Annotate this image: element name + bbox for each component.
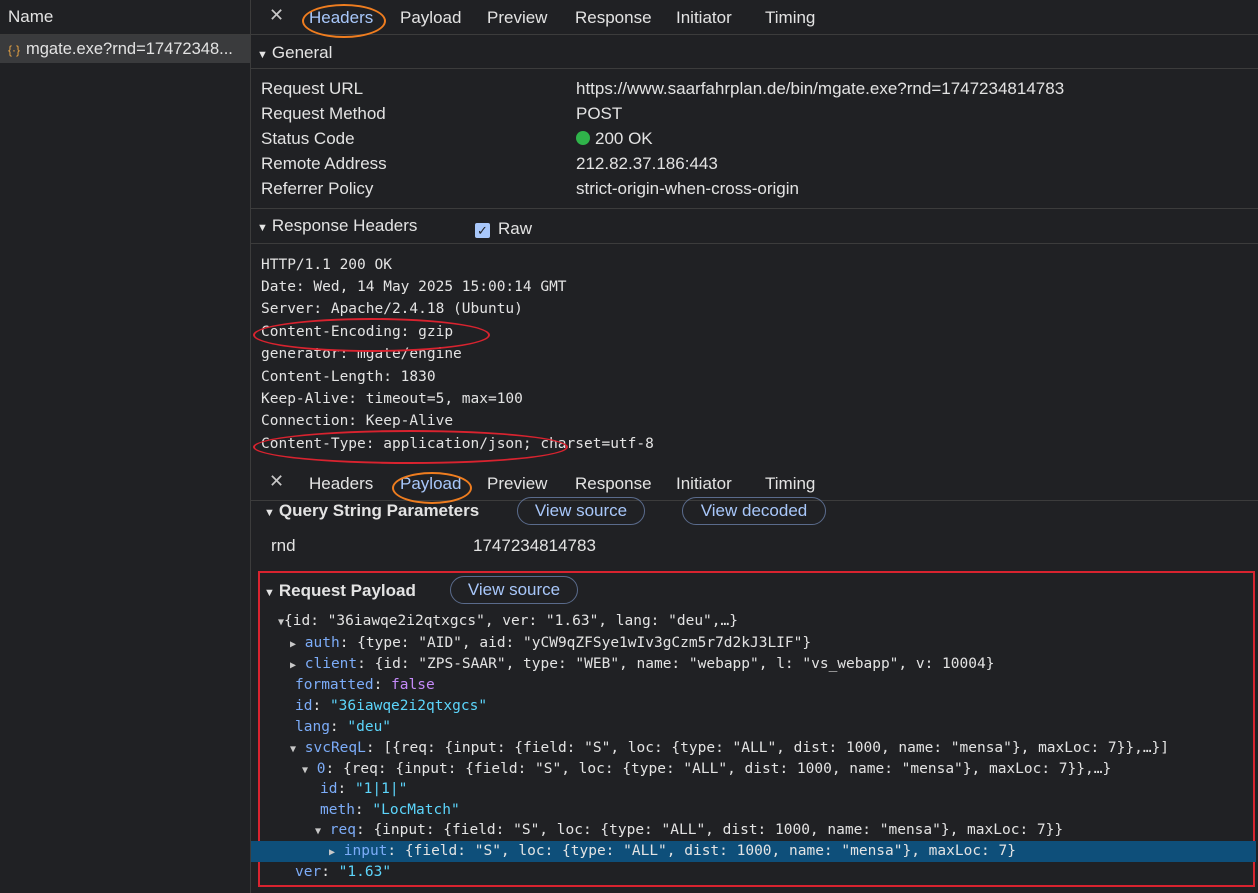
tree-node-id: id: "36iawqe2i2qtxgcs" <box>295 698 488 714</box>
annotation-circle <box>253 430 568 464</box>
response-headers-section-header[interactable]: ▼ Response Headers <box>257 216 417 236</box>
tree-node-req[interactable]: ▼ req: {input: {field: "S", loc: {type: … <box>315 822 1063 838</box>
general-key: Remote Address <box>261 154 387 173</box>
query-param-value: 1747234814783 <box>473 536 596 555</box>
expanded-arrow-icon[interactable]: ▼ <box>302 765 308 776</box>
request-method-value: POST <box>576 104 623 123</box>
divider <box>251 208 1258 209</box>
close-icon[interactable]: ✕ <box>269 5 284 26</box>
collapsed-arrow-icon[interactable]: ▶ <box>329 847 335 858</box>
tab-initiator[interactable]: Initiator <box>676 474 732 494</box>
close-icon[interactable]: ✕ <box>269 471 284 492</box>
tab-payload[interactable]: Payload <box>400 8 461 28</box>
detail-tabbar: ✕ Headers Payload Preview Response Initi… <box>251 0 1258 35</box>
raw-header-line: Server: Apache/2.4.18 (Ubuntu) <box>261 301 523 317</box>
tree-node-input[interactable]: ▶ input: {field: "S", loc: {type: "ALL",… <box>329 843 1016 859</box>
tree-node-svcreql[interactable]: ▼ svcReqL: [{req: {input: {field: "S", l… <box>290 740 1169 756</box>
request-row[interactable]: {·} mgate.exe?rnd=17472348... <box>0 35 250 63</box>
tree-node-meth: meth: "LocMatch" <box>320 802 460 818</box>
view-decoded-button[interactable]: View decoded <box>682 497 826 525</box>
name-column-header[interactable]: Name <box>0 0 250 35</box>
tree-node-auth[interactable]: ▶ auth: {type: "AID", aid: "yCW9qZFSye1w… <box>290 635 811 651</box>
tab-timing[interactable]: Timing <box>765 8 815 28</box>
collapse-arrow-icon: ▼ <box>257 222 268 234</box>
status-code-value: 200 OK <box>576 129 653 149</box>
request-name: mgate.exe?rnd=17472348... <box>26 40 233 58</box>
general-key: Request Method <box>261 104 386 123</box>
query-params-section-header[interactable]: ▼ Query String Parameters <box>264 501 479 521</box>
annotation-circle <box>253 318 490 352</box>
raw-header-line: Content-Length: 1830 <box>261 369 436 385</box>
tab-initiator[interactable]: Initiator <box>676 8 732 28</box>
expanded-arrow-icon[interactable]: ▼ <box>315 826 321 837</box>
raw-toggle[interactable]: ✓ Raw <box>475 219 532 239</box>
checkbox-checked-icon[interactable]: ✓ <box>475 223 490 238</box>
tab-preview[interactable]: Preview <box>487 474 547 494</box>
tree-node-client[interactable]: ▶ client: {id: "ZPS-SAAR", type: "WEB", … <box>290 656 994 672</box>
tree-node-lang: lang: "deu" <box>295 719 392 735</box>
collapsed-arrow-icon[interactable]: ▶ <box>290 639 296 650</box>
collapse-arrow-icon: ▼ <box>264 507 275 519</box>
raw-header-line: Connection: Keep-Alive <box>261 413 454 429</box>
collapse-arrow-icon: ▼ <box>257 49 268 61</box>
tab-preview[interactable]: Preview <box>487 8 547 28</box>
divider <box>251 68 1258 69</box>
tree-node-formatted: formatted: false <box>295 677 435 693</box>
general-key: Referrer Policy <box>261 179 374 198</box>
general-key: Request URL <box>261 79 364 98</box>
general-key: Status Code <box>261 129 355 148</box>
request-url-value: https://www.saarfahrplan.de/bin/mgate.ex… <box>576 79 1065 98</box>
annotation-circle <box>302 4 386 38</box>
tree-node-0[interactable]: ▼ 0: {req: {input: {field: "S", loc: {ty… <box>302 761 1111 777</box>
request-list-panel: Name {·} mgate.exe?rnd=17472348... <box>0 0 251 893</box>
referrer-policy-value: strict-origin-when-cross-origin <box>576 179 799 198</box>
general-section-header[interactable]: ▼ General <box>257 43 332 63</box>
view-source-button[interactable]: View source <box>517 497 645 525</box>
tab-response[interactable]: Response <box>575 474 652 494</box>
expanded-arrow-icon[interactable]: ▼ <box>290 744 296 755</box>
tab-timing[interactable]: Timing <box>765 474 815 494</box>
collapsed-arrow-icon[interactable]: ▶ <box>290 660 296 671</box>
tab-response[interactable]: Response <box>575 8 652 28</box>
collapse-arrow-icon: ▼ <box>264 587 275 599</box>
raw-header-line: Date: Wed, 14 May 2025 15:00:14 GMT <box>261 279 567 295</box>
request-payload-section-header[interactable]: ▼ Request Payload <box>264 581 416 601</box>
remote-address-value: 212.82.37.186:443 <box>576 154 718 173</box>
raw-header-line: Keep-Alive: timeout=5, max=100 <box>261 391 523 407</box>
tree-node-id: id: "1|1|" <box>320 781 408 797</box>
query-param-key: rnd <box>271 536 296 555</box>
json-icon: {·} <box>8 43 21 57</box>
tab-headers[interactable]: Headers <box>309 474 373 494</box>
raw-header-line: HTTP/1.1 200 OK <box>261 257 392 273</box>
status-dot-icon <box>576 131 590 145</box>
tree-node-ver: ver: "1.63" <box>295 864 392 880</box>
divider <box>251 243 1258 244</box>
annotation-circle <box>392 472 472 504</box>
view-source-button[interactable]: View source <box>450 576 578 604</box>
tree-root[interactable]: ▼{id: "36iawqe2i2qtxgcs", ver: "1.63", l… <box>278 613 738 629</box>
